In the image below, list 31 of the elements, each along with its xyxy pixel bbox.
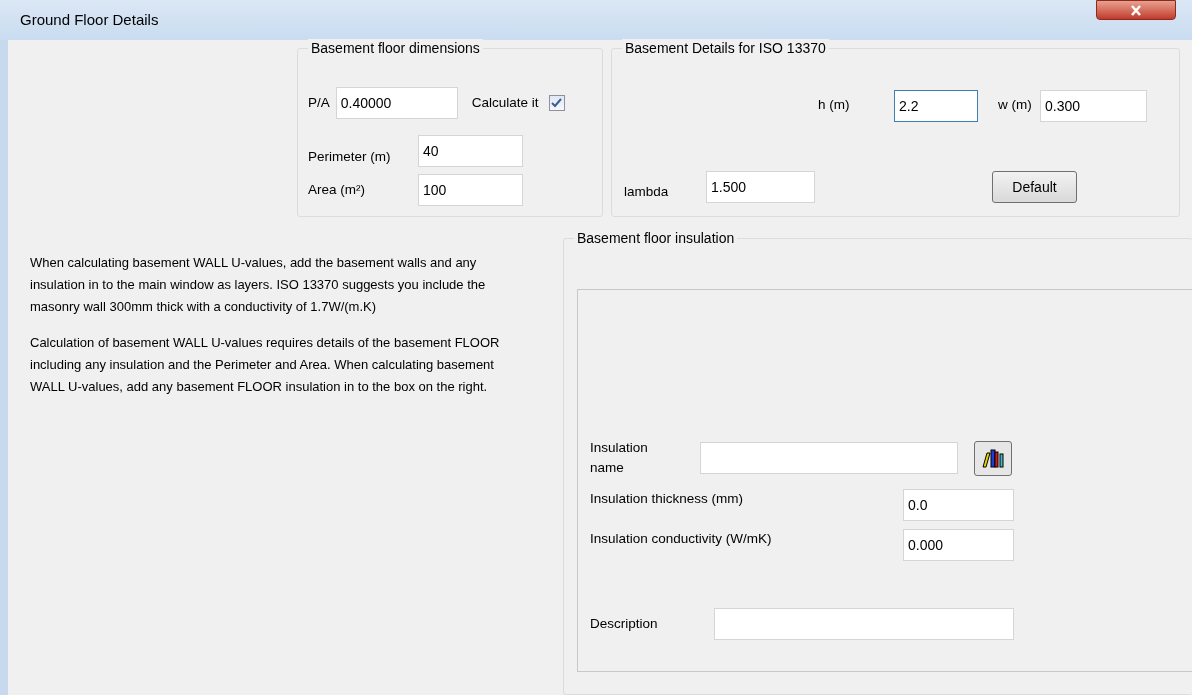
info-paragraph: When calculating basement WALL U-values, add the basement walls and any insulation in to the main window as layers. ISO 13370 suggests you include the masonry wall 300mm thick with a conductivity of 1.7W/(m.K) (30, 254, 487, 316)
field-label: w (m) (998, 96, 1033, 115)
default-button[interactable]: Default (992, 171, 1077, 203)
window-title: Ground Floor Details (20, 9, 159, 30)
book-icon (981, 447, 1005, 469)
check-icon (551, 98, 563, 108)
info-paragraph: Calculation of basement WALL U-values requires details of the basement FLOOR including any insulation and the Perimeter and Area. When calculating basement WALL U-values, add any basement FLOOR insulation in to the box on the right. (30, 334, 501, 396)
lambda-field[interactable]: 1.500 (706, 171, 815, 203)
perimeter-field[interactable]: 40 (418, 135, 523, 167)
field-label: Insulation name (590, 439, 649, 477)
height-field[interactable]: 2.2 (894, 89, 978, 122)
insulation-name-field[interactable] (700, 442, 958, 474)
field-label: lambda (624, 182, 670, 201)
field-label: h (m) (818, 96, 851, 115)
thickness-field[interactable]: 0.0 (903, 489, 1014, 521)
conductivity-field[interactable]: 0.000 (903, 529, 1014, 561)
field-label: Description (590, 614, 659, 633)
field-label: Insulation conductivity (W/mK) (590, 530, 773, 548)
area-field[interactable]: 100 (418, 174, 523, 206)
description-field[interactable] (714, 608, 1014, 640)
field-label: Calculate it (471, 93, 539, 112)
close-icon (1130, 4, 1142, 16)
pa-field[interactable]: 0.40000 (335, 87, 458, 119)
field-label: Area (m²) (308, 180, 366, 199)
field-label: P/A (308, 93, 330, 112)
field-label: Insulation thickness (mm) (590, 490, 745, 508)
field-label: Perimeter (m) (308, 147, 392, 166)
width-field[interactable]: 0.300 (1040, 89, 1147, 122)
close-button[interactable] (1096, 0, 1176, 20)
library-button[interactable] (974, 440, 1012, 476)
calculate-checkbox[interactable] (548, 95, 565, 111)
